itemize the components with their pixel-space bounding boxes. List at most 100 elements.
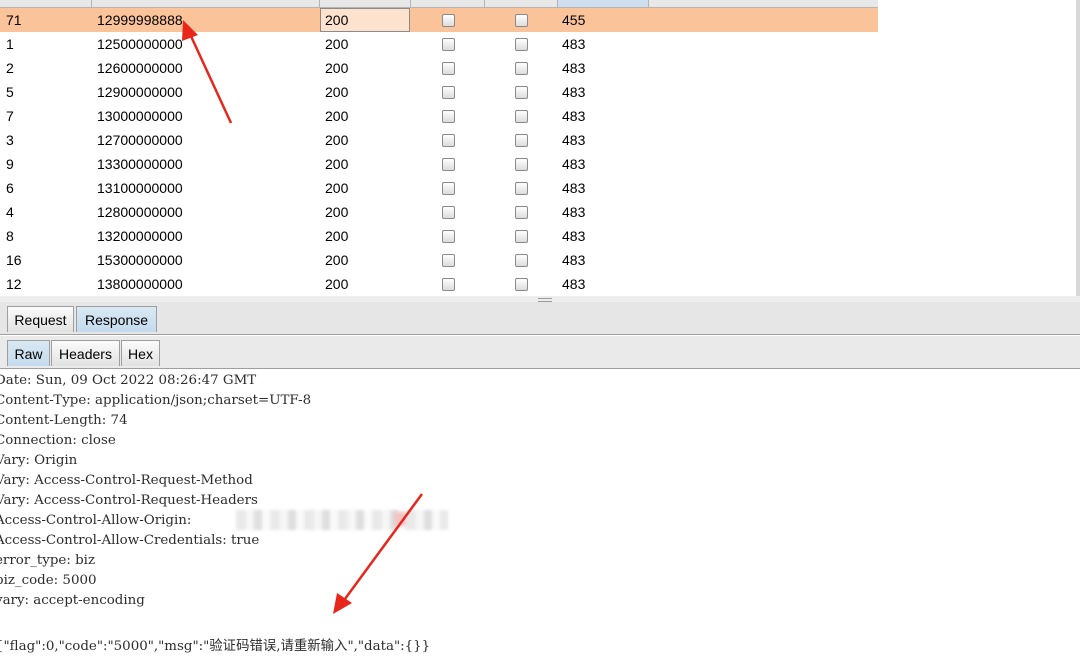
timeout-checkbox[interactable] [515, 86, 528, 99]
vertical-scrollbar[interactable] [1076, 0, 1080, 296]
cell-request: 5 [6, 84, 14, 100]
header-col-error[interactable] [411, 0, 485, 7]
cell-payload: 13300000000 [97, 156, 183, 172]
cell-length: 483 [562, 60, 586, 76]
error-checkbox[interactable] [442, 182, 455, 195]
tab-raw[interactable]: Raw [7, 340, 50, 366]
cell-status: 200 [320, 8, 410, 32]
response-header-line: Vary: Origin [0, 453, 78, 468]
response-header-line: Connection: close [0, 433, 116, 448]
cell-length: 483 [562, 228, 586, 244]
error-checkbox[interactable] [442, 110, 455, 123]
response-header-line: Content-Type: application/json;charset=U… [0, 393, 312, 408]
tab-hex[interactable]: Hex [121, 340, 160, 366]
error-checkbox[interactable] [442, 254, 455, 267]
cell-status: 200 [325, 276, 349, 292]
cell-length: 483 [562, 204, 586, 220]
error-checkbox[interactable] [442, 86, 455, 99]
response-header-line: error_type: biz [0, 553, 96, 568]
table-body: 71 12999998888 200 455 1 12500000000 200 483 2 12… [0, 8, 878, 296]
timeout-checkbox[interactable] [515, 278, 528, 291]
table-row[interactable]: 6 13100000000 200 483 [0, 176, 878, 200]
header-col-timeout[interactable] [485, 0, 558, 7]
cell-request: 1 [6, 36, 14, 52]
error-checkbox[interactable] [442, 230, 455, 243]
response-header-line: vary: accept-encoding [0, 593, 145, 608]
cell-length: 483 [562, 276, 586, 292]
tab-response[interactable]: Response [76, 306, 157, 332]
cell-payload: 12700000000 [97, 132, 183, 148]
cell-request: 6 [6, 180, 14, 196]
error-checkbox[interactable] [442, 206, 455, 219]
cell-length: 483 [562, 180, 586, 196]
table-row[interactable]: 4 12800000000 200 483 [0, 200, 878, 224]
response-header-line: biz_code: 5000 [0, 573, 97, 588]
timeout-checkbox[interactable] [515, 134, 528, 147]
table-row[interactable]: 9 13300000000 200 483 [0, 152, 878, 176]
timeout-checkbox[interactable] [515, 14, 528, 27]
table-row[interactable]: 16 15300000000 200 483 [0, 248, 878, 272]
error-checkbox[interactable] [442, 158, 455, 171]
cell-request: 2 [6, 60, 14, 76]
response-header-line: Access-Control-Allow-Origin: [0, 513, 196, 528]
cell-status: 200 [325, 60, 349, 76]
cell-length: 483 [562, 156, 586, 172]
cell-payload: 12600000000 [97, 60, 183, 76]
timeout-checkbox[interactable] [515, 206, 528, 219]
timeout-checkbox[interactable] [515, 254, 528, 267]
redacted-origin [236, 510, 448, 530]
cell-status: 200 [325, 84, 349, 100]
cell-request: 7 [6, 108, 14, 124]
response-header-line: Date: Sun, 09 Oct 2022 08:26:47 GMT [0, 373, 257, 388]
table-row[interactable]: 3 12700000000 200 483 [0, 128, 878, 152]
header-col-status[interactable] [320, 0, 411, 7]
header-col-request[interactable] [0, 0, 92, 7]
error-checkbox[interactable] [442, 38, 455, 51]
cell-request: 12 [6, 276, 22, 292]
cell-status: 200 [325, 108, 349, 124]
error-checkbox[interactable] [442, 62, 455, 75]
cell-length: 455 [562, 12, 586, 28]
timeout-checkbox[interactable] [515, 110, 528, 123]
cell-status: 200 [325, 180, 349, 196]
results-table: 71 12999998888 200 455 1 12500000000 200 483 2 12… [0, 0, 878, 296]
table-row[interactable]: 2 12600000000 200 483 [0, 56, 878, 80]
cell-payload: 12800000000 [97, 204, 183, 220]
error-checkbox[interactable] [442, 278, 455, 291]
timeout-checkbox[interactable] [515, 62, 528, 75]
header-col-payload[interactable] [92, 0, 320, 7]
timeout-checkbox[interactable] [515, 38, 528, 51]
timeout-checkbox[interactable] [515, 230, 528, 243]
cell-length: 483 [562, 36, 586, 52]
error-checkbox[interactable] [442, 134, 455, 147]
redacted-origin-mark [394, 512, 406, 526]
table-row[interactable]: 12 13800000000 200 483 [0, 272, 878, 296]
error-checkbox[interactable] [442, 14, 455, 27]
cell-payload: 12900000000 [97, 84, 183, 100]
cell-request: 16 [6, 252, 22, 268]
cell-length: 483 [562, 252, 586, 268]
cell-length: 483 [562, 132, 586, 148]
cell-status: 200 [325, 132, 349, 148]
cell-status: 200 [325, 204, 349, 220]
tab-headers[interactable]: Headers [51, 340, 120, 366]
right-pane [878, 0, 1080, 296]
table-row[interactable]: 1 12500000000 200 483 [0, 32, 878, 56]
table-header[interactable] [0, 0, 878, 8]
timeout-checkbox[interactable] [515, 182, 528, 195]
cell-status: 200 [325, 36, 349, 52]
cell-length: 483 [562, 108, 586, 124]
table-row[interactable]: 5 12900000000 200 483 [0, 80, 878, 104]
table-row[interactable]: 8 13200000000 200 483 [0, 224, 878, 248]
cell-payload: 12500000000 [97, 36, 183, 52]
tab-request[interactable]: Request [7, 306, 74, 332]
table-row[interactable]: 71 12999998888 200 455 [0, 8, 878, 32]
header-col-length[interactable] [558, 0, 649, 7]
timeout-checkbox[interactable] [515, 158, 528, 171]
cell-length: 483 [562, 84, 586, 100]
response-raw-editor[interactable]: Date: Sun, 09 Oct 2022 08:26:47 GMT Conte… [0, 370, 1080, 663]
response-header-line: Content-Length: 74 [0, 413, 128, 428]
cell-request: 8 [6, 228, 14, 244]
response-body-line: {"flag":0,"code":"5000","msg":"验证码错误,请重新… [0, 639, 431, 654]
table-row[interactable]: 7 13000000000 200 483 [0, 104, 878, 128]
